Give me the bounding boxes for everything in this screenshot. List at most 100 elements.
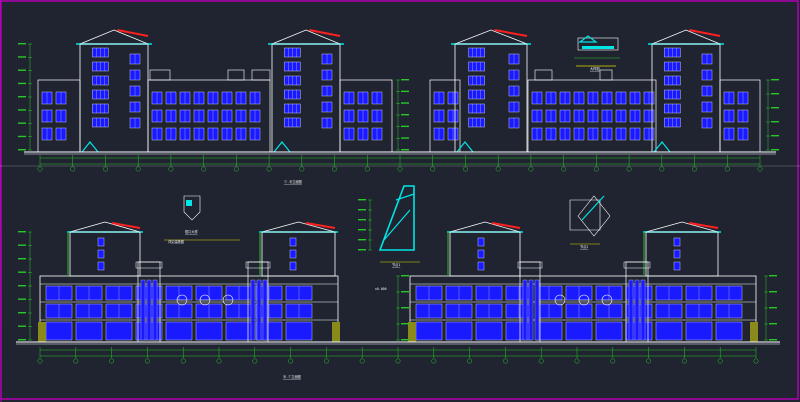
stair-glazing bbox=[250, 279, 256, 341]
dimension-text bbox=[771, 107, 779, 109]
dimension-text bbox=[401, 323, 409, 325]
dimension-text bbox=[401, 275, 409, 277]
gable-window bbox=[97, 237, 105, 247]
shopfront-window bbox=[195, 321, 223, 341]
dimension-text bbox=[18, 109, 26, 111]
dimension-text bbox=[769, 291, 777, 293]
dimension-text bbox=[358, 249, 366, 251]
stair-glazing bbox=[256, 279, 262, 341]
cad-drawing-viewport: ①-⑩立面图 ⑩-①立面图 大样图 檐口大样 节点1 节点2 详见建施图 ±0.… bbox=[0, 0, 800, 402]
gable-window bbox=[477, 237, 485, 247]
dimension-text bbox=[18, 43, 26, 45]
dimension-text bbox=[18, 258, 26, 260]
gable-window bbox=[673, 249, 681, 259]
dimension-text bbox=[18, 298, 26, 300]
shopfront-window bbox=[285, 321, 313, 341]
dimension-text bbox=[771, 79, 779, 81]
shopfront-window bbox=[105, 321, 133, 341]
shopfront-window bbox=[445, 321, 473, 341]
dimension-text bbox=[18, 122, 26, 124]
dimension-text bbox=[401, 102, 409, 104]
detail-title-a: 大样图 bbox=[590, 66, 600, 71]
dimension-text bbox=[18, 325, 26, 327]
detail-note-b: ±0.000 bbox=[375, 287, 387, 291]
shopfront-window bbox=[505, 321, 533, 341]
dimension-text bbox=[18, 135, 26, 138]
stair-glazing bbox=[534, 279, 540, 341]
gable-window bbox=[477, 249, 485, 259]
dimension-text bbox=[771, 135, 779, 137]
gable-window bbox=[289, 261, 297, 271]
detail-b-fill bbox=[186, 200, 192, 206]
shopfront-window bbox=[75, 321, 103, 341]
dimension-text bbox=[18, 96, 26, 98]
gable-window bbox=[97, 261, 105, 271]
gable-window bbox=[289, 237, 297, 247]
stair-glazing bbox=[140, 279, 146, 341]
dimension-text bbox=[358, 209, 366, 211]
dimension-text bbox=[401, 307, 409, 309]
shopfront-window bbox=[415, 321, 443, 341]
stair-glazing bbox=[640, 279, 646, 341]
stair-glazing bbox=[262, 279, 268, 341]
upper-elevation-title: ①-⑩立面图 bbox=[284, 179, 302, 184]
stair-glazing bbox=[152, 279, 158, 341]
dimension-text bbox=[18, 285, 26, 287]
shopfront-window bbox=[595, 321, 623, 341]
plinth-block bbox=[408, 322, 416, 342]
shopfront-window bbox=[165, 321, 193, 341]
plinth-block bbox=[332, 322, 340, 342]
stair-glazing bbox=[628, 279, 634, 341]
gable-window bbox=[289, 249, 297, 259]
dimension-text bbox=[769, 275, 777, 277]
shopfront-window bbox=[45, 321, 73, 341]
dimension-text bbox=[18, 244, 26, 246]
dimension-text bbox=[401, 291, 409, 293]
gable-window bbox=[673, 261, 681, 271]
dimension-text bbox=[18, 271, 26, 273]
shopfront-window bbox=[475, 321, 503, 341]
dimension-text bbox=[358, 229, 366, 231]
plinth-block bbox=[38, 322, 46, 342]
gable-window bbox=[673, 237, 681, 247]
dimension-text bbox=[401, 125, 409, 128]
stair-glazing bbox=[522, 279, 528, 341]
stair-glazing bbox=[146, 279, 152, 341]
gable-window bbox=[97, 249, 105, 259]
dimension-text bbox=[769, 307, 777, 309]
lower-elevation-title: ⑩-①立面图 bbox=[283, 374, 301, 379]
shopfront-window bbox=[565, 321, 593, 341]
dimension-text bbox=[401, 339, 409, 341]
elevation-drawing: ①-⑩立面图 ⑩-①立面图 大样图 檐口大样 节点1 节点2 详见建施图 ±0.… bbox=[0, 0, 800, 402]
detail-title-d: 节点2 bbox=[580, 244, 588, 249]
dimension-text bbox=[18, 69, 26, 71]
dimension-text bbox=[358, 199, 366, 201]
dimension-text bbox=[401, 137, 409, 139]
dimension-text bbox=[18, 231, 26, 233]
shopfront-window bbox=[655, 321, 683, 341]
dimension-text bbox=[771, 149, 779, 151]
detail-title-c: 节点1 bbox=[392, 262, 400, 267]
dimension-text bbox=[771, 121, 779, 123]
gable-window bbox=[477, 261, 485, 271]
dimension-text bbox=[401, 79, 409, 81]
dimension-text bbox=[401, 114, 409, 116]
dimension-text bbox=[358, 219, 366, 221]
dimension-text bbox=[18, 339, 26, 341]
stair-glazing bbox=[634, 279, 640, 341]
dimension-text bbox=[18, 312, 26, 314]
stair-glazing bbox=[528, 279, 534, 341]
dimension-text bbox=[18, 56, 26, 58]
detail-title-b: 檐口大样 bbox=[185, 229, 199, 234]
dimension-text bbox=[18, 82, 26, 85]
plinth-block bbox=[750, 322, 758, 342]
detail-a-fill bbox=[582, 46, 614, 49]
dimension-text bbox=[769, 323, 777, 325]
detail-note-a: 详见建施图 bbox=[168, 239, 184, 244]
shopfront-window bbox=[715, 321, 743, 341]
dimension-text bbox=[771, 93, 779, 95]
shopfront-window bbox=[685, 321, 713, 341]
dimension-text bbox=[401, 90, 409, 93]
dimension-text bbox=[358, 239, 366, 241]
dimension-text bbox=[769, 339, 777, 341]
